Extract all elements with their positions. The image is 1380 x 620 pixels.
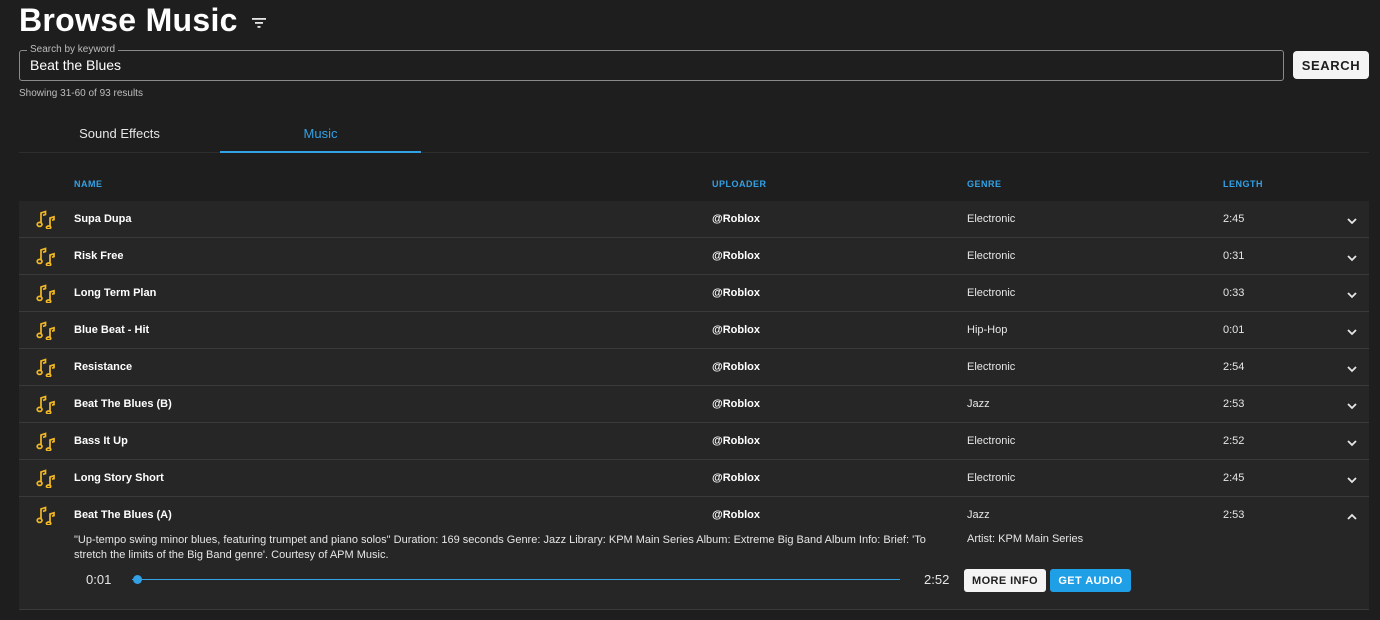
header-name[interactable]: NAME: [74, 179, 103, 189]
track-genre: Electronic: [967, 250, 1016, 262]
track-uploader[interactable]: @Roblox: [712, 213, 760, 225]
track-genre: Electronic: [967, 472, 1016, 484]
chevron-up-icon[interactable]: [1346, 510, 1358, 522]
music-note-icon: [36, 284, 55, 304]
music-note-icon: [36, 395, 55, 415]
table-row[interactable]: Risk Free @Roblox Electronic 0:31: [19, 238, 1369, 275]
music-table: NAME UPLOADER GENRE LENGTH Supa Dupa @Rob…: [19, 170, 1369, 610]
music-note-icon: [36, 506, 55, 526]
progress-handle[interactable]: [132, 575, 142, 584]
track-uploader[interactable]: @Roblox: [712, 324, 760, 336]
table-body: Supa Dupa @Roblox Electronic 2:45 Risk Free @…: [19, 201, 1369, 497]
track-length: 0:01: [1223, 324, 1245, 336]
tab-sound-effects[interactable]: Sound Effects: [19, 118, 220, 152]
tab-music[interactable]: Music: [220, 118, 421, 153]
chevron-down-icon[interactable]: [1346, 251, 1358, 263]
track-uploader[interactable]: @Roblox: [712, 361, 760, 373]
chevron-down-icon[interactable]: [1346, 362, 1358, 374]
track-name: Risk Free: [74, 250, 124, 262]
track-name: Resistance: [74, 361, 133, 373]
track-name: Long Story Short: [74, 472, 164, 484]
table-row[interactable]: Bass It Up @Roblox Electronic 2:52: [19, 423, 1369, 460]
track-genre: Jazz: [967, 398, 990, 410]
track-uploader[interactable]: @Roblox: [712, 472, 760, 484]
search-button[interactable]: SEARCH: [1293, 51, 1369, 79]
track-uploader[interactable]: @Roblox: [712, 435, 760, 447]
music-note-icon: [36, 358, 55, 378]
track-genre: Electronic: [967, 213, 1016, 225]
search-label: Search by keyword: [27, 44, 119, 56]
chevron-down-icon[interactable]: [1346, 214, 1358, 226]
results-count: Showing 31-60 of 93 results: [19, 88, 143, 99]
track-name: Supa Dupa: [74, 213, 132, 225]
music-note-icon: [36, 469, 55, 489]
track-uploader[interactable]: @Roblox: [712, 509, 760, 521]
chevron-down-icon[interactable]: [1346, 473, 1358, 485]
track-name: Bass It Up: [74, 435, 128, 447]
track-uploader[interactable]: @Roblox: [712, 287, 760, 299]
header-length[interactable]: LENGTH: [1223, 179, 1263, 189]
get-audio-button[interactable]: GET AUDIO: [1050, 569, 1131, 592]
header-genre[interactable]: GENRE: [967, 179, 1002, 189]
music-note-icon: [36, 321, 55, 341]
table-header: NAME UPLOADER GENRE LENGTH: [19, 170, 1369, 201]
current-time: 0:01: [86, 572, 112, 587]
track-name: Long Term Plan: [74, 287, 157, 299]
music-note-icon: [36, 247, 55, 267]
table-row[interactable]: Blue Beat - Hit @Roblox Hip-Hop 0:01: [19, 312, 1369, 349]
filter-icon[interactable]: [250, 16, 268, 30]
track-length: 0:31: [1223, 250, 1245, 262]
table-row[interactable]: Long Story Short @Roblox Electronic 2:45: [19, 460, 1369, 497]
track-uploader[interactable]: @Roblox: [712, 250, 760, 262]
track-genre: Jazz: [967, 509, 990, 521]
table-row-expanded[interactable]: Beat The Blues (A) @Roblox Jazz 2:53 "Up…: [19, 497, 1369, 610]
more-info-button[interactable]: MORE INFO: [964, 569, 1046, 592]
page-title: Browse Music: [19, 2, 238, 38]
table-row[interactable]: Resistance @Roblox Electronic 2:54: [19, 349, 1369, 386]
chevron-down-icon[interactable]: [1346, 325, 1358, 337]
page-header: Browse Music: [19, 2, 268, 39]
tab-bar: Sound Effects Music: [19, 118, 1369, 153]
track-length: 2:53: [1223, 509, 1245, 521]
track-length: 0:33: [1223, 287, 1245, 299]
track-name: Blue Beat - Hit: [74, 324, 150, 336]
track-length: 2:53: [1223, 398, 1245, 410]
track-length: 2:52: [1223, 435, 1245, 447]
track-name: Beat The Blues (A): [74, 509, 172, 521]
track-artist: Artist: KPM Main Series: [967, 533, 1084, 545]
chevron-down-icon[interactable]: [1346, 399, 1358, 411]
total-time: 2:52: [924, 572, 950, 587]
music-note-icon: [36, 432, 55, 452]
search-field: Search by keyword: [19, 44, 1284, 81]
track-description: "Up-tempo swing minor blues, featuring t…: [74, 534, 926, 561]
header-uploader[interactable]: UPLOADER: [712, 179, 767, 189]
music-note-icon: [36, 210, 55, 230]
playback-progress-bar[interactable]: [132, 575, 900, 584]
track-uploader[interactable]: @Roblox: [712, 398, 760, 410]
track-length: 2:45: [1223, 213, 1245, 225]
search-input[interactable]: [30, 57, 1260, 73]
track-length: 2:54: [1223, 361, 1245, 373]
table-row[interactable]: Long Term Plan @Roblox Electronic 0:33: [19, 275, 1369, 312]
chevron-down-icon[interactable]: [1346, 436, 1358, 448]
table-row[interactable]: Supa Dupa @Roblox Electronic 2:45: [19, 201, 1369, 238]
track-genre: Electronic: [967, 435, 1016, 447]
chevron-down-icon[interactable]: [1346, 288, 1358, 300]
track-length: 2:45: [1223, 472, 1245, 484]
track-genre: Hip-Hop: [967, 324, 1008, 336]
track-genre: Electronic: [967, 361, 1016, 373]
table-row[interactable]: Beat The Blues (B) @Roblox Jazz 2:53: [19, 386, 1369, 423]
track-genre: Electronic: [967, 287, 1016, 299]
track-name: Beat The Blues (B): [74, 398, 172, 410]
